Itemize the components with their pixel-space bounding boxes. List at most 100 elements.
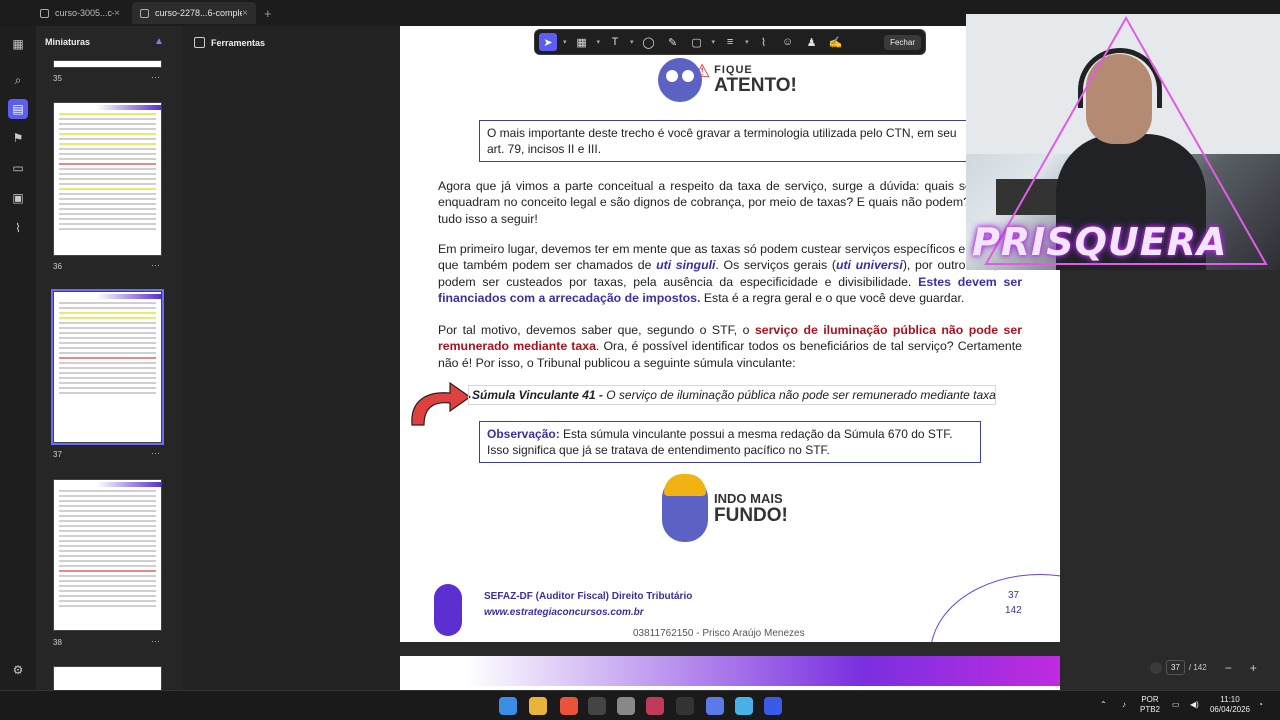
attachment-icon[interactable]: ⌇ [755,33,773,51]
thumbnail-number: 35 [53,74,62,83]
document-icon [140,8,149,18]
close-toolbar-button[interactable]: Fechar [884,34,921,50]
shape-icon[interactable]: ▢ [688,33,706,51]
comment-icon[interactable]: ▭ [10,160,26,176]
fique-atento-badge: ⚠ FIQUE ATENTO! [658,58,797,102]
footer-decoration [930,574,1060,642]
footer-site: www.estrategiaconcursos.com.br [484,607,644,618]
notifications-icon[interactable]: ◔ [1258,700,1263,710]
thumbnail-page-current[interactable] [51,289,164,445]
obs-icon[interactable] [676,697,694,715]
chevron-up-icon[interactable]: ⌃ [1100,700,1107,710]
attachment-icon[interactable]: ⌇ [10,220,26,236]
footer-title: SEFAZ-DF (Auditor Fiscal) Direito Tribut… [484,591,693,602]
thumbnails-pane: Miniaturas ▲ 35 ··· 36 ··· 37 ··· 38 ··· [36,26,182,690]
sumula-title: Súmula Vinculante 41 - [472,388,603,402]
paragraph: Em primeiro lugar, devemos ter em mente … [438,242,1023,305]
tools-panel: Ferramentas [182,26,400,690]
text-icon[interactable]: T [606,33,624,51]
app-icon[interactable] [735,697,753,715]
page-circle-icon[interactable] [1150,661,1162,674]
sumula-text: O serviço de iluminação pública não pode… [602,388,996,402]
browser-icon[interactable] [560,697,578,715]
document-icon [40,8,49,18]
annotation-toolbar: ➤ ▾ ▦ ▾ T ▾ ◯ ✎ ▢ ▾ ≡ ▾ ⌇ ☺ ♟ ✍ Fechar [534,29,926,55]
stamp-icon[interactable]: ♟ [803,33,821,51]
network-icon[interactable]: ▭ [1172,700,1180,710]
footer-page-number: 37 [1008,590,1020,601]
page-total: / 142 [1188,663,1207,672]
paragraph: Agora que já vimos a parte conceitual a … [438,179,1022,226]
indo-mais-fundo-badge: INDO MAIS FUNDO! [662,474,788,542]
indo-small-text: INDO MAIS [714,491,783,507]
indo-large-text: FUNDO! [714,504,788,526]
thumbnail-number: 38 [53,638,62,647]
tab-label: curso-3005...c-completo [55,8,114,18]
more-icon[interactable]: ··· [151,72,160,82]
toolbox-icon [194,37,205,48]
pdf-page: ⚠ FIQUE ATENTO! O mais importante deste … [400,26,1060,642]
app-icon[interactable] [764,697,782,715]
badge-large-text: ATENTO! [714,75,797,96]
layers-icon[interactable]: ▣ [10,190,26,206]
microphone-icon[interactable]: ♪ [1122,700,1126,710]
select-icon[interactable]: ➤ [539,33,557,51]
paragraph: Por tal motivo, devemos saber que, segun… [438,323,1022,370]
owl-helmet-icon [662,474,708,542]
sidebar-rail: ▦ ⌕ ▤ ⚑ ▭ ▣ ⌇ ⚙ [0,26,36,690]
sticker-icon[interactable]: ☺ [779,33,797,51]
thumbnail-page[interactable] [53,666,162,690]
webcam-overlay: PRISQUERA [966,14,1280,270]
volume-icon[interactable]: ◀) [1190,700,1199,710]
tools-title: Ferramentas [211,37,266,48]
streamer-brand: PRISQUERA [972,220,1228,264]
arrow-icon [411,381,472,426]
terminal-icon[interactable] [588,697,606,715]
comment-icon[interactable]: ◯ [640,33,658,51]
close-icon[interactable]: × [114,8,120,19]
pin-icon[interactable]: ▲ [154,36,164,47]
page-navigation: 37 / 142 − + [1150,660,1257,675]
pdf-reader-icon[interactable] [646,697,664,715]
bookmark-icon[interactable]: ⚑ [10,130,26,146]
thumbnails-title: Miniaturas [45,37,91,47]
thumbnail-number: 36 [53,262,62,271]
clock[interactable]: 11:10 06/04/2026 [1208,695,1252,715]
app-icon[interactable] [706,697,724,715]
tools-header[interactable]: Ferramentas [194,37,265,48]
highlight-box: O mais importante deste trecho é você gr… [479,120,979,162]
file-explorer-icon[interactable] [529,697,547,715]
layout-icon[interactable]: ▦ [573,33,591,51]
watermark: 03811762150 - Prisco Araújo Menezes [633,628,805,639]
app-icon[interactable] [617,697,635,715]
taskbar: ⌃ ♪ POR PTB2 ▭ ◀) 11:10 06/04/2026 ◔ [0,690,1280,720]
footer-page-total: 142 [1005,605,1022,616]
zoom-in-button[interactable]: + [1250,661,1257,675]
settings-icon[interactable]: ⚙ [10,662,26,678]
thumbnail-page[interactable] [53,60,162,68]
language-indicator[interactable]: POR PTB2 [1140,695,1160,715]
highlight-icon[interactable]: ≡ [721,33,739,51]
tab-document-2[interactable]: curso-2278...6-completo × [132,2,256,24]
logo-owl-icon [434,584,462,636]
observation-box: Observação: Esta súmula vinculante possu… [479,421,981,463]
tab-document-1[interactable]: curso-3005...c-completo × [4,2,128,24]
signature-icon[interactable]: ✍ [827,33,845,51]
start-icon[interactable] [499,697,517,715]
search-icon[interactable]: ⌕ [10,72,26,88]
more-icon[interactable]: ··· [151,448,160,458]
more-icon[interactable]: ··· [151,260,160,270]
zoom-out-button[interactable]: − [1225,661,1232,675]
sumula-box: Súmula Vinculante 41 - O serviço de ilum… [468,385,996,405]
pen-icon[interactable]: ✎ [664,33,682,51]
page-input[interactable]: 37 [1166,660,1185,675]
close-icon[interactable]: × [242,8,248,19]
new-tab-button[interactable]: + [264,6,272,21]
thumbnail-page[interactable] [53,102,162,256]
owl-mascot-icon [658,58,702,102]
apps-icon[interactable]: ▦ [10,36,26,52]
tab-label: curso-2278...6-completo [155,8,243,18]
thumbnail-page[interactable] [53,479,162,631]
thumbnails-icon[interactable]: ▤ [8,99,28,119]
more-icon[interactable]: ··· [151,636,160,646]
